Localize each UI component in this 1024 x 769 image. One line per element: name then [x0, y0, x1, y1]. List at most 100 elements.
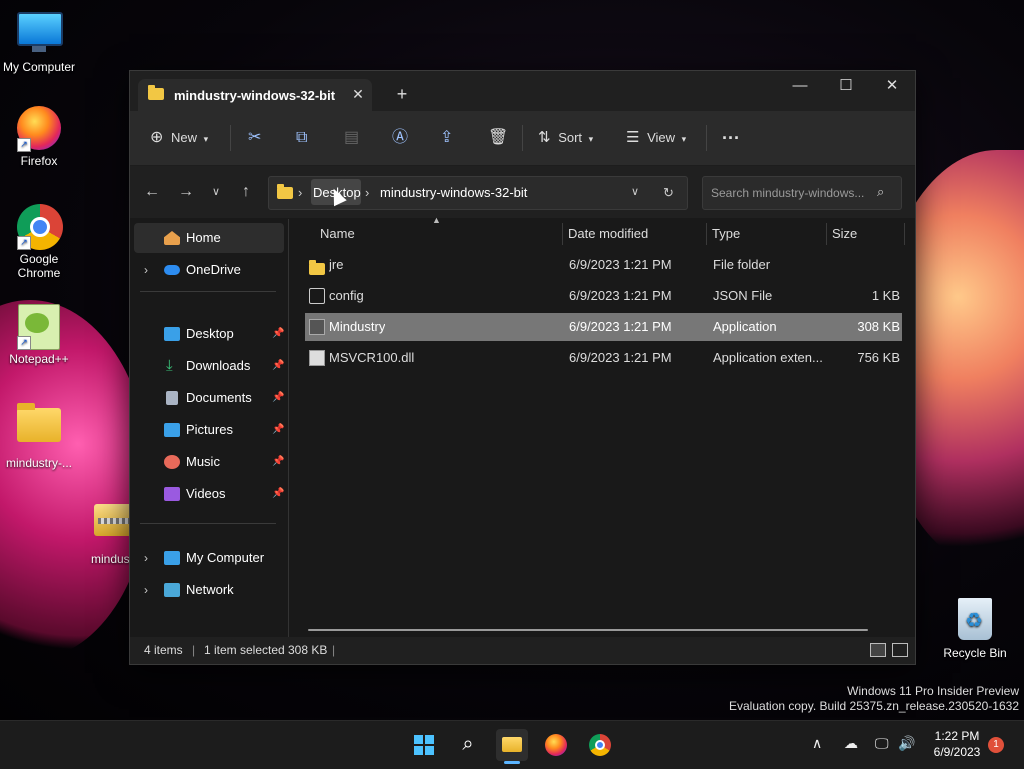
column-divider[interactable] [706, 223, 707, 245]
expand-chevron-icon[interactable]: › [144, 575, 148, 605]
new-button[interactable]: ⊕ New ▾ [150, 123, 208, 153]
new-tab-button[interactable]: + [392, 85, 412, 105]
file-row-jre[interactable]: jre 6/9/2023 1:21 PM File folder [305, 251, 902, 279]
chevron-down-icon: ▾ [588, 134, 594, 144]
desktop-icon-recycle-bin[interactable]: Recycle Bin [937, 598, 1013, 660]
sidebar-item-home[interactable]: Home [134, 223, 284, 253]
view-label: View [647, 130, 676, 145]
maximize-button[interactable]: ☐ [823, 71, 869, 103]
volume-icon[interactable]: 🔊 [898, 735, 915, 752]
sidebar-item-onedrive[interactable]: › OneDrive [134, 255, 284, 285]
status-item-count: 4 items [144, 643, 183, 657]
computer-icon [164, 551, 180, 565]
sidebar-item-pictures[interactable]: Pictures 📌 [134, 415, 284, 445]
expand-chevron-icon[interactable]: › [144, 543, 148, 573]
windows-logo-icon [414, 735, 434, 755]
status-bar: 4 items | 1 item selected 308 KB | [130, 637, 915, 664]
show-hidden-icons-chevron-icon[interactable]: ∧ [812, 735, 822, 752]
start-button[interactable] [408, 729, 440, 761]
desktop-icon-notepadpp[interactable]: ↗ Notepad++ [1, 304, 77, 366]
sidebar-item-network[interactable]: › Network [134, 575, 284, 605]
minimize-button[interactable]: — [777, 71, 823, 103]
search-input[interactable] [709, 183, 873, 203]
folder-icon [277, 184, 293, 199]
search-box[interactable]: ⌕ [702, 176, 902, 210]
tab-mindustry[interactable]: mindustry-windows-32-bit ✕ [138, 79, 372, 111]
desktop-icon-label: Notepad++ [9, 352, 69, 366]
tiles-view-icon[interactable] [892, 643, 908, 657]
column-header-type[interactable]: Type [712, 219, 740, 249]
column-header-name[interactable]: Name [320, 219, 355, 249]
horizontal-scrollbar[interactable] [308, 629, 868, 631]
more-options-button[interactable]: ··· [722, 123, 740, 153]
expand-chevron-icon[interactable]: › [144, 255, 148, 285]
cut-button[interactable]: ✂ [248, 123, 261, 153]
watermark-line-1: Windows 11 Pro Insider Preview [847, 684, 1019, 698]
onedrive-offline-icon[interactable]: ☁ [844, 735, 858, 752]
desktop-icon-my-computer[interactable]: My Computer [1, 10, 77, 74]
delete-button[interactable]: 🗑 [488, 123, 508, 153]
sidebar-item-my-computer[interactable]: › My Computer [134, 543, 284, 573]
desktop-icon-mindustry-folder[interactable]: mindustry-... [1, 400, 77, 470]
clipboard-icon: ▤ [344, 129, 360, 146]
title-bar[interactable]: mindustry-windows-32-bit ✕ + — ☐ ✕ [130, 71, 915, 111]
column-header-date[interactable]: Date modified [568, 219, 648, 249]
close-button[interactable]: ✕ [869, 71, 915, 103]
up-arrow-icon[interactable]: ↑ [234, 180, 258, 204]
sidebar-item-label: Desktop [186, 326, 234, 341]
clock-date: 6/9/2023 [933, 745, 981, 759]
recent-locations-chevron-icon[interactable]: ∨ [204, 180, 228, 204]
desktop-icon-firefox[interactable]: ↗ Firefox [1, 106, 77, 168]
pin-icon[interactable]: 📌 [272, 479, 284, 509]
notification-badge[interactable]: 1 [988, 737, 1004, 753]
file-size: 308 KB [857, 319, 900, 334]
file-row-config[interactable]: config 6/9/2023 1:21 PM JSON File 1 KB [305, 282, 902, 310]
tab-close-icon[interactable]: ✕ [349, 85, 367, 103]
copy-button[interactable]: ⧉ [296, 123, 307, 153]
sidebar-item-label: Pictures [186, 422, 233, 437]
column-divider[interactable] [904, 223, 905, 245]
music-icon [164, 455, 180, 469]
column-divider[interactable] [562, 223, 563, 245]
pin-icon[interactable]: 📌 [272, 351, 284, 381]
refresh-icon[interactable]: ↻ [663, 185, 674, 201]
home-icon [164, 231, 180, 245]
pin-icon[interactable]: 📌 [272, 383, 284, 413]
forward-arrow-icon[interactable]: → [174, 180, 198, 204]
file-row-mindustry[interactable]: Mindustry 6/9/2023 1:21 PM Application 3… [305, 313, 902, 341]
pin-icon[interactable]: 📌 [272, 319, 284, 349]
details-view-icon[interactable] [870, 643, 886, 657]
file-type: JSON File [713, 288, 773, 303]
sidebar-item-videos[interactable]: Videos 📌 [134, 479, 284, 509]
column-divider[interactable] [826, 223, 827, 245]
column-header-size[interactable]: Size [832, 219, 857, 249]
pin-icon[interactable]: 📌 [272, 415, 284, 445]
back-arrow-icon[interactable]: ← [140, 180, 164, 204]
navigation-bar: ← → ∨ ↑ › Desktop › mindustry-windows-32… [130, 166, 915, 218]
breadcrumb-current-folder[interactable]: mindustry-windows-32-bit [380, 185, 527, 200]
address-dropdown-chevron-icon[interactable]: ∨ [631, 185, 639, 198]
sidebar-item-music[interactable]: Music 📌 [134, 447, 284, 477]
desktop-icon-chrome[interactable]: ↗ Google Chrome [1, 204, 77, 280]
rename-button[interactable]: Ⓐ [392, 123, 408, 153]
taskbar-file-explorer[interactable] [496, 729, 528, 764]
breadcrumb-separator-icon[interactable]: › [365, 185, 369, 200]
sidebar-item-documents[interactable]: Documents 📌 [134, 383, 284, 413]
view-button[interactable]: ☰ View ▾ [626, 123, 686, 153]
desktop-icon-label: My Computer [2, 60, 76, 74]
search-icon[interactable]: ⌕ [452, 729, 484, 761]
network-icon[interactable]: 🖵 [875, 735, 889, 752]
sidebar-item-label: Documents [186, 390, 252, 405]
share-button[interactable]: ⇪ [440, 123, 453, 153]
clock[interactable]: 1:22 PM 6/9/2023 [925, 728, 989, 760]
file-row-msvcr100[interactable]: MSVCR100.dll 6/9/2023 1:21 PM Applicatio… [305, 344, 902, 372]
taskbar-chrome[interactable] [584, 729, 616, 761]
sidebar-item-downloads[interactable]: ⤓ Downloads 📌 [134, 351, 284, 381]
json-file-icon [309, 288, 325, 304]
search-icon[interactable]: ⌕ [877, 184, 884, 200]
sidebar-item-desktop[interactable]: Desktop 📌 [134, 319, 284, 349]
paste-button[interactable]: ▤ [344, 123, 359, 153]
sort-button[interactable]: ⇅ Sort ▾ [538, 123, 593, 153]
pin-icon[interactable]: 📌 [272, 447, 284, 477]
taskbar-firefox[interactable] [540, 729, 572, 761]
